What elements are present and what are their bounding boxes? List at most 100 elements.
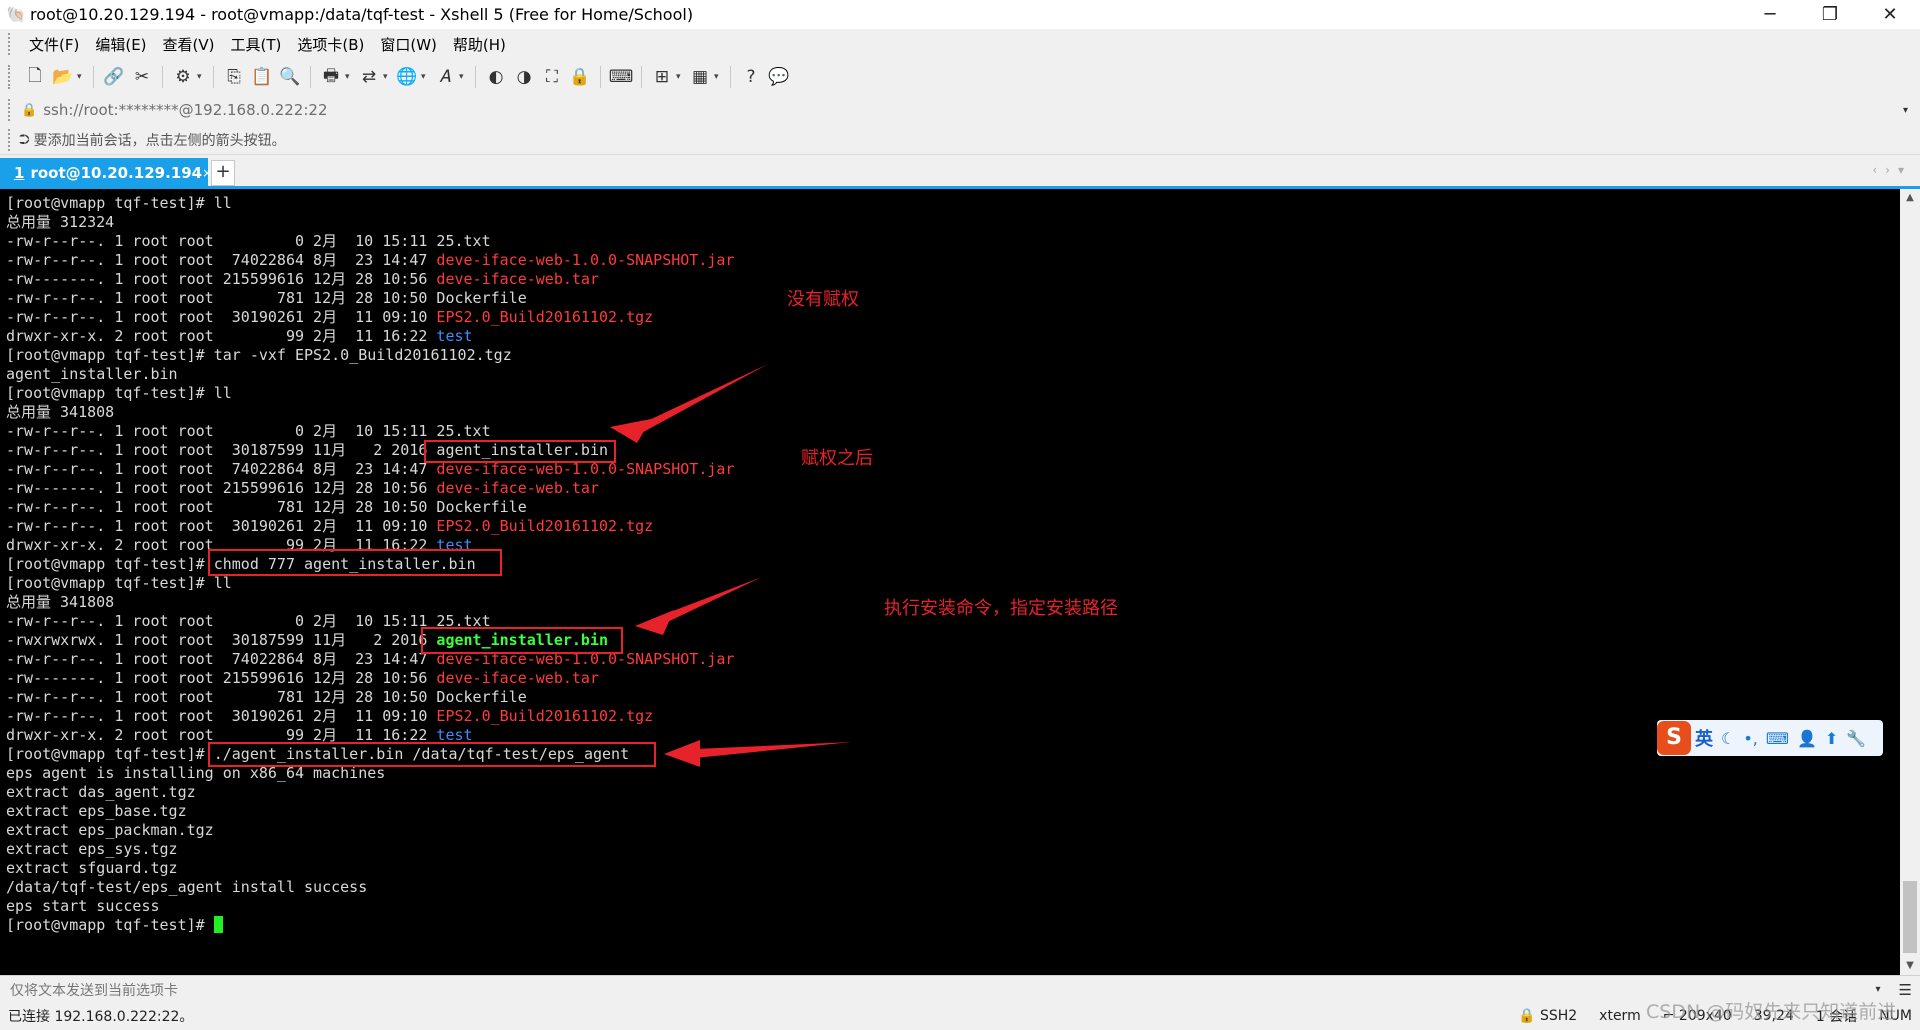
toolbar-separator xyxy=(310,66,311,88)
connection-status: 已连接 192.168.0.222:22。 xyxy=(8,1009,194,1025)
ime-upload-icon[interactable]: ⬆ xyxy=(1825,729,1838,748)
address-bar: 🔒 ssh://root:********@192.168.0.222:22 ▾ xyxy=(0,95,1920,125)
open-folder-icon[interactable]: 📂 xyxy=(49,63,77,91)
add-tab-button[interactable]: + xyxy=(211,160,235,186)
menu-view[interactable]: 查看(V) xyxy=(155,34,223,55)
compose-input[interactable]: 仅将文本发送到当前选项卡 xyxy=(0,980,1876,1000)
title-bar: 🐚 root@10.20.129.194 - root@vmapp:/data/… xyxy=(0,0,1920,29)
terminal-type-status: xterm xyxy=(1599,1008,1641,1024)
properties-icon[interactable]: ⚙ xyxy=(169,63,197,91)
annotation-arrow-after-chmod xyxy=(635,577,762,635)
toolbar-separator xyxy=(93,66,94,88)
ime-language-toggle[interactable]: 英 xyxy=(1695,725,1713,751)
minimize-button[interactable]: ─ xyxy=(1740,0,1800,29)
protocol-lock-icon: 🔒 xyxy=(1518,1008,1536,1024)
lock-icon: 🔒 xyxy=(21,102,38,118)
terminal-scrollbar[interactable]: ▲ ▼ xyxy=(1900,189,1920,975)
annotation-arrow-no-permission xyxy=(610,364,768,443)
address-dropdown-icon[interactable]: ▾ xyxy=(1903,105,1908,116)
annotation-arrow-install xyxy=(664,740,852,767)
menu-edit[interactable]: 编辑(E) xyxy=(87,34,154,55)
new-session-icon[interactable]: 🗋 xyxy=(21,63,49,91)
lock-icon[interactable]: 🔒 xyxy=(566,63,594,91)
status-bar: 已连接 192.168.0.222:22。 🔒 SSH2 xterm ⌐ 209… xyxy=(0,1002,1920,1030)
toolbar-separator xyxy=(162,66,163,88)
menu-window[interactable]: 窗口(W) xyxy=(372,34,445,55)
protocol-status: 🔒 SSH2 xyxy=(1518,1008,1577,1024)
menu-tools[interactable]: 工具(T) xyxy=(223,34,290,55)
xshell-app-icon: 🐚 xyxy=(6,4,26,24)
compose-dropdown-icon[interactable]: ▾ xyxy=(1876,984,1881,995)
ime-moon-icon[interactable]: ☾ xyxy=(1721,729,1735,748)
tab-session-1[interactable]: 1 root@10.20.129.194 × xyxy=(0,158,212,187)
toolbar-separator xyxy=(730,66,731,88)
terminal-screen[interactable]: [root@vmapp tqf-test]# ll 总用量 312324 -rw-r… xyxy=(0,189,1900,975)
addressbar-grip[interactable] xyxy=(8,99,13,121)
tab-bar: 1 root@10.20.129.194 × + ‹›▾ xyxy=(0,155,1920,187)
annotation-text-no-permission: 没有赋权 xyxy=(787,289,859,310)
menu-file[interactable]: 文件(F) xyxy=(21,34,87,55)
compose-menu-icon[interactable]: ☰ xyxy=(1899,981,1912,999)
tab-label: root@10.20.129.194 xyxy=(30,163,203,182)
protocol-text: SSH2 xyxy=(1539,1008,1578,1024)
close-button[interactable]: ✕ xyxy=(1860,0,1920,29)
scroll-down-icon[interactable]: ▼ xyxy=(1900,957,1920,975)
font-dropdown-icon[interactable]: ▾ xyxy=(459,72,469,82)
new-tab-icon[interactable]: ⊞ xyxy=(648,63,676,91)
scroll-up-icon[interactable]: ▲ xyxy=(1900,189,1920,207)
transfer-icon[interactable]: ⇄ xyxy=(355,63,383,91)
print-icon[interactable]: 🖶 xyxy=(317,63,345,91)
disconnect-icon[interactable]: ✂ xyxy=(128,63,156,91)
reconnect-icon[interactable]: 🔗 xyxy=(100,63,128,91)
toolbar-separator xyxy=(213,66,214,88)
add-session-arrow-icon[interactable]: ⮊ xyxy=(19,132,30,148)
toolbar-separator xyxy=(475,66,476,88)
menu-help[interactable]: 帮助(H) xyxy=(445,34,514,55)
ime-keyboard-icon[interactable]: ⌨ xyxy=(1766,729,1789,748)
session-hint-text: 要添加当前会话，点击左侧的箭头按钮。 xyxy=(33,132,286,149)
ime-tools-icon[interactable]: 🔧 xyxy=(1846,729,1866,748)
scroll-thumb[interactable] xyxy=(1903,881,1917,953)
copy-icon[interactable]: ⎘ xyxy=(220,63,248,91)
tab-number: 1 xyxy=(14,163,25,182)
paste-icon[interactable]: 📋 xyxy=(248,63,276,91)
new-tab-dropdown-icon[interactable]: ▾ xyxy=(676,72,686,82)
menubar-grip[interactable] xyxy=(8,33,13,55)
toolbar-separator xyxy=(600,66,601,88)
toolbar-grip[interactable] xyxy=(8,65,13,89)
xmanager-icon[interactable]: ◑ xyxy=(510,63,538,91)
ime-user-icon[interactable]: 👤 xyxy=(1797,729,1817,748)
fullscreen-icon[interactable]: ⛶ xyxy=(538,63,566,91)
layout-icon[interactable]: ▦ xyxy=(686,63,714,91)
keyboard-icon[interactable]: ⌨ xyxy=(607,63,635,91)
hintbar-grip[interactable] xyxy=(8,128,13,151)
toolbar: 🗋 📂 ▾ 🔗 ✂ ⚙ ▾ ⎘ 📋 🔍 🖶 ▾ ⇄ ▾ 🌐 ▾ 𝐴 ▾ ◐ ◑ … xyxy=(0,59,1920,95)
sogou-logo-icon[interactable]: S xyxy=(1657,721,1691,755)
xftp-icon[interactable]: ◐ xyxy=(482,63,510,91)
annotation-text-install-command: 执行安装命令，指定安装路径 xyxy=(884,598,1118,619)
menu-tabs[interactable]: 选项卡(B) xyxy=(289,34,372,55)
find-icon[interactable]: 🔍 xyxy=(276,63,304,91)
globe-dropdown-icon[interactable]: ▾ xyxy=(421,72,431,82)
annotation-arrows xyxy=(610,364,852,767)
window-title: root@10.20.129.194 - root@vmapp:/data/tq… xyxy=(30,5,694,24)
toolbar-separator xyxy=(641,66,642,88)
address-input[interactable]: ssh://root:********@192.168.0.222:22 xyxy=(43,101,1903,119)
globe-icon[interactable]: 🌐 xyxy=(393,63,421,91)
transfer-dropdown-icon[interactable]: ▾ xyxy=(383,72,393,82)
comment-icon[interactable]: 💬 xyxy=(765,63,793,91)
ime-punctuation-icon[interactable]: •, xyxy=(1743,729,1758,748)
properties-dropdown-icon[interactable]: ▾ xyxy=(197,72,207,82)
session-hint-bar: ⮊ 要添加当前会话，点击左侧的箭头按钮。 xyxy=(0,125,1920,155)
open-dropdown-icon[interactable]: ▾ xyxy=(77,72,87,82)
ime-toolbar[interactable]: S 英 ☾ •, ⌨ 👤 ⬆ 🔧 xyxy=(1657,720,1883,756)
compose-bar: 仅将文本发送到当前选项卡 ▾ ☰ xyxy=(0,975,1920,1003)
font-icon[interactable]: 𝐴 xyxy=(431,63,459,91)
watermark-text: CSDN @码奴先来只知道前进 xyxy=(1646,1001,1897,1023)
restore-button[interactable]: ❐ xyxy=(1800,0,1860,29)
menu-bar: 文件(F) 编辑(E) 查看(V) 工具(T) 选项卡(B) 窗口(W) 帮助(… xyxy=(0,29,1920,59)
layout-dropdown-icon[interactable]: ▾ xyxy=(714,72,724,82)
print-dropdown-icon[interactable]: ▾ xyxy=(345,72,355,82)
tab-scroll-arrows[interactable]: ‹›▾ xyxy=(1872,163,1912,177)
help-icon[interactable]: ? xyxy=(737,63,765,91)
